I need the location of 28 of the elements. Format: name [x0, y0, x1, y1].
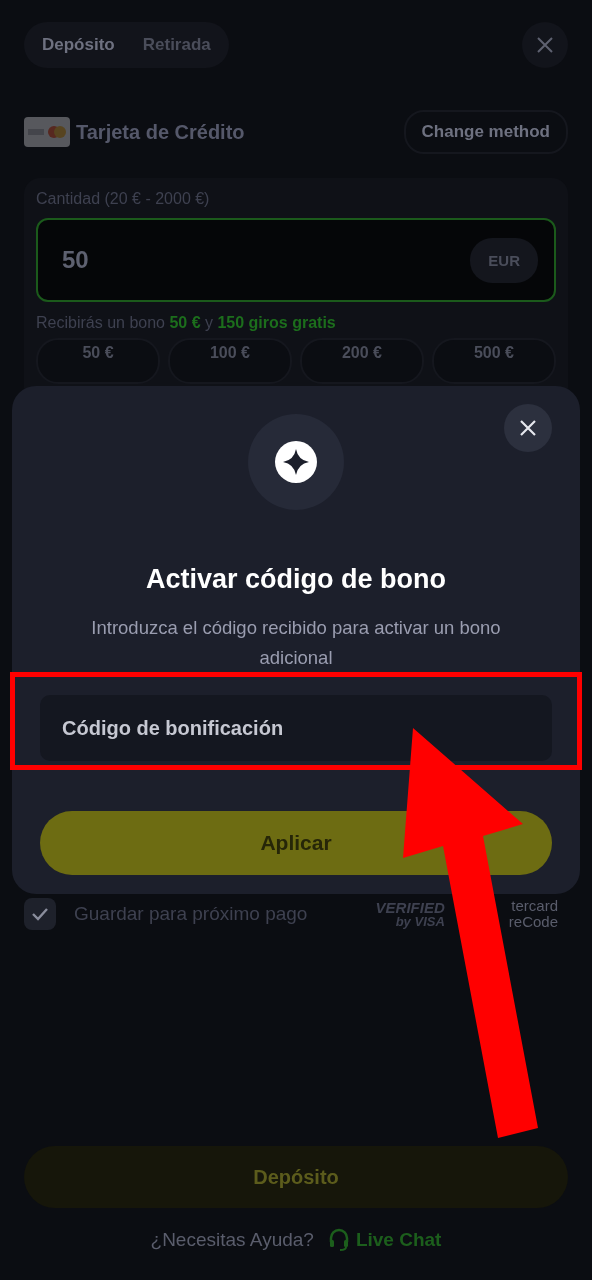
card-logo-icon: [24, 117, 70, 147]
dialog-title: Activar código de bono: [146, 564, 446, 595]
save-payment-label: Guardar para próximo pago: [74, 903, 308, 925]
amount-preset-button[interactable]: 50 €: [36, 338, 160, 384]
live-chat-link[interactable]: Live Chat: [327, 1228, 442, 1252]
help-question: ¿Necesitas Ayuda?: [150, 1229, 314, 1251]
amount-preset-button[interactable]: 100 €: [168, 338, 292, 384]
securecode-logo: tercard reCode: [508, 898, 558, 930]
verified-by-visa-logo: VERIFIED by VISA: [375, 900, 445, 928]
amount-field[interactable]: 50 EUR: [36, 218, 556, 302]
close-button[interactable]: [504, 404, 552, 452]
bonus-note: Recibirás un bono 50 € y 150 giros gratis: [36, 314, 336, 332]
close-icon: [519, 419, 537, 437]
amount-label: Cantidad (20 € - 2000 €): [36, 190, 210, 208]
checkbox[interactable]: [24, 898, 56, 930]
payment-method-label: Tarjeta de Crédito: [76, 120, 245, 144]
close-icon: [536, 36, 554, 54]
checkmark-icon: [31, 907, 49, 921]
headset-icon: [327, 1228, 350, 1252]
change-method-button[interactable]: Change method: [403, 110, 568, 154]
amount-preset-button[interactable]: 500 €: [432, 338, 556, 384]
amount-preset-button[interactable]: 200 €: [300, 338, 424, 384]
currency-badge: EUR: [470, 237, 538, 283]
tab[interactable]: Depósito: [28, 25, 129, 65]
bonus-code-field[interactable]: Código de bonificación: [40, 695, 552, 761]
deposit-button[interactable]: Depósito: [24, 1146, 568, 1208]
dialog-description: Introduzca el código recibido para activar un bono adicional: [90, 616, 502, 670]
tab[interactable]: Retirada: [128, 25, 225, 65]
